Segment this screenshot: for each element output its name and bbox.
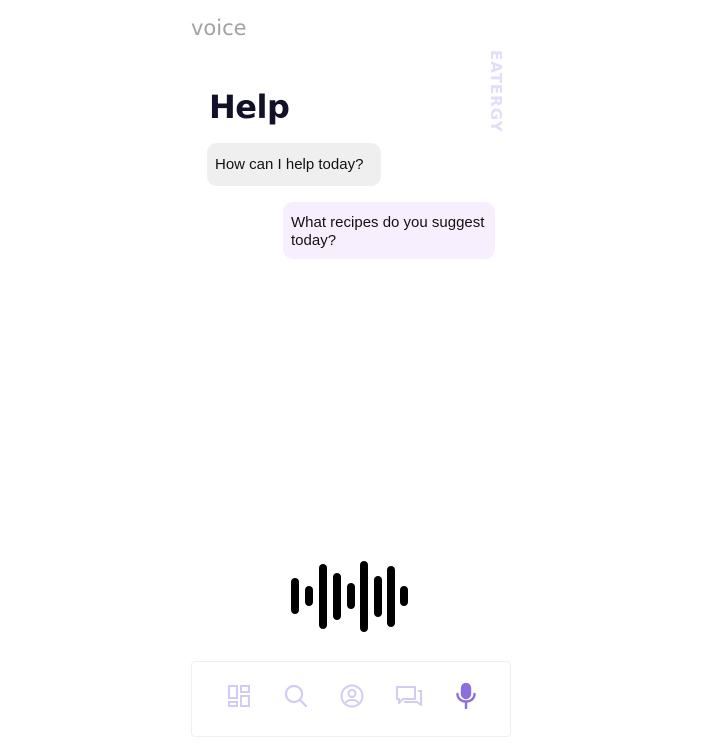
- waveform-bar: [360, 561, 368, 632]
- waveform-bar: [305, 586, 313, 606]
- nav-chat[interactable]: [393, 680, 425, 712]
- voice-waveform-icon: [290, 560, 410, 632]
- nav-search[interactable]: [280, 680, 312, 712]
- chat-icon: [396, 686, 422, 706]
- nav-microphone[interactable]: [450, 680, 482, 712]
- microphone-icon: [456, 683, 476, 709]
- assistant-message-bubble: How can I help today?: [207, 143, 381, 186]
- waveform-bar: [374, 576, 382, 617]
- brand-wordmark: EATERGY: [487, 50, 505, 133]
- user-message-bubble: What recipes do you suggest today?: [283, 202, 495, 259]
- waveform-bar: [333, 573, 341, 620]
- bottom-navigation: [191, 661, 511, 737]
- waveform-bar: [387, 566, 395, 627]
- search-icon: [284, 684, 308, 708]
- screen-label: voice: [191, 16, 247, 40]
- page-title: Help: [209, 88, 290, 126]
- waveform-bar: [291, 578, 299, 614]
- waveform-bar: [319, 564, 327, 629]
- profile-icon: [340, 684, 364, 708]
- nav-profile[interactable]: [336, 680, 368, 712]
- waveform-bar: [400, 586, 408, 606]
- waveform-bar: [347, 583, 355, 609]
- nav-dashboard[interactable]: [223, 680, 255, 712]
- dashboard-icon: [228, 685, 250, 707]
